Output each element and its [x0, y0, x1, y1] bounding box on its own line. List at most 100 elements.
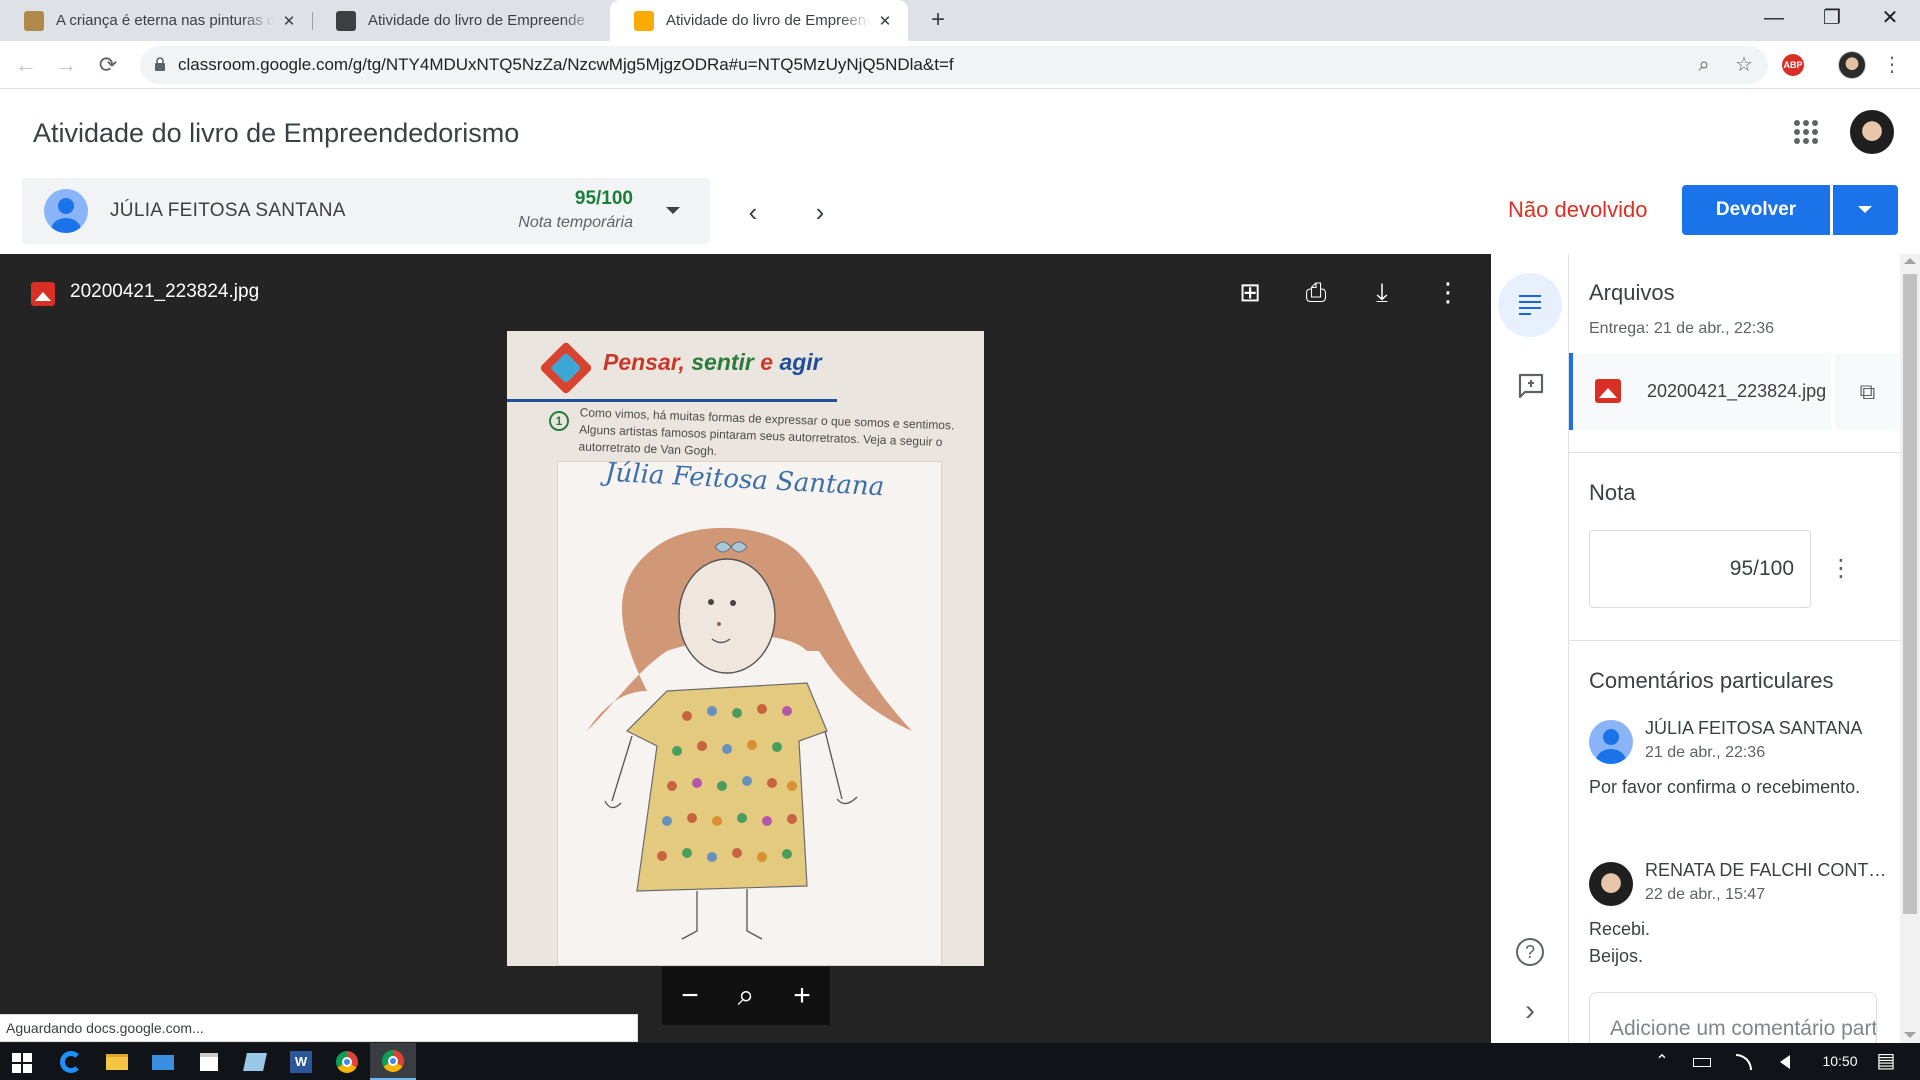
browser-tab-2[interactable]: Atividade do livro de Empreende [312, 0, 610, 41]
new-tab-button[interactable]: + [924, 6, 952, 34]
dropdown-caret-icon[interactable] [666, 207, 680, 214]
notes-app-icon[interactable] [242, 1049, 268, 1075]
browser-tab-3-active[interactable]: Atividade do livro de Empreende ✕ [610, 0, 908, 41]
comment-author: JÚLIA FEITOSA SANTANA [1645, 718, 1863, 738]
next-student-chevron-icon[interactable]: › [808, 199, 832, 225]
close-window-button[interactable]: ✕ [1862, 0, 1918, 36]
volume-icon[interactable] [1772, 1043, 1798, 1080]
close-tab-icon[interactable]: ✕ [280, 12, 298, 30]
files-tab-icon[interactable] [1498, 273, 1562, 337]
submitted-photo: Pensar, sentir e agir 1 Como vimos, há m… [507, 331, 984, 966]
add-comment-icon[interactable]: ⊞ [1234, 276, 1266, 308]
show-hidden-icons-chevron[interactable]: ⌃ [1650, 1043, 1674, 1080]
back-arrow-icon[interactable]: ← [10, 49, 42, 81]
student-selector[interactable]: JÚLIA FEITOSA SANTANA 95/100 Nota tempor… [22, 178, 710, 244]
tab-title: Atividade do livro de Empreende [666, 12, 870, 29]
scroll-down-arrow-icon[interactable] [1904, 1032, 1916, 1038]
browser-tab-strip: A criança é eterna nas pinturas de ✕ Ati… [0, 0, 1920, 41]
return-button[interactable]: Devolver [1682, 185, 1830, 235]
browser-menu-icon[interactable]: ⋮ [1880, 51, 1904, 79]
apps-grid-icon[interactable] [1794, 120, 1818, 144]
student-grade: 95/100 [574, 188, 633, 209]
panel-scrollbar[interactable] [1900, 254, 1920, 1044]
battery-icon[interactable] [1690, 1043, 1714, 1080]
comment-text: Por favor confirma o recebimento. [1589, 777, 1861, 797]
maximize-window-button[interactable]: ❐ [1804, 0, 1860, 36]
zoom-controls: − ⌕ + [662, 967, 830, 1025]
print-icon[interactable]: ⎙ [1300, 276, 1332, 308]
grade-section-title: Nota [1589, 480, 1636, 505]
return-options-dropdown[interactable] [1833, 185, 1898, 235]
section-divider [1569, 640, 1900, 641]
viewer-toolbar: 20200421_223824.jpg ⊞ ⎙ ⤓ ⋮ [0, 254, 1491, 330]
edge-browser-icon[interactable] [58, 1049, 84, 1075]
more-options-icon[interactable]: ⋮ [1432, 276, 1464, 308]
viewer-file-name: 20200421_223824.jpg [70, 281, 260, 302]
address-bar[interactable]: classroom.google.com/g/tg/NTY4MDUxNTQ5Nz… [140, 46, 1768, 84]
submission-panel: Arquivos Entrega: 21 de abr., 22:36 2020… [1569, 254, 1900, 1044]
painting-favicon-icon [24, 10, 44, 31]
student-name: JÚLIA FEITOSA SANTANA [110, 200, 346, 221]
zoom-out-icon[interactable]: − [670, 977, 710, 1015]
store-icon[interactable] [196, 1049, 222, 1075]
download-icon[interactable]: ⤓ [1366, 276, 1398, 308]
collapse-panel-chevron-icon[interactable]: › [1491, 994, 1569, 1028]
comment-author: RENATA DE FALCHI CONTIERO [1645, 860, 1890, 880]
zoom-magnifier-icon[interactable]: ⌕ [726, 977, 766, 1015]
student-avatar-icon [44, 189, 88, 233]
comment-date: 22 de abr., 15:47 [1645, 886, 1766, 903]
chrome-profile-icon [382, 1050, 404, 1072]
grade-input[interactable]: 95/100 [1589, 530, 1811, 608]
zoom-in-icon[interactable]: + [782, 977, 822, 1015]
zoom-magnifier-icon[interactable]: ⌕ [1692, 53, 1716, 77]
grade-more-options-icon[interactable]: ⋮ [1829, 554, 1853, 584]
image-file-icon [31, 282, 55, 306]
network-icon[interactable] [1732, 1043, 1756, 1080]
bookmark-star-icon[interactable]: ☆ [1732, 53, 1756, 77]
tab-title: A criança é eterna nas pinturas de [56, 12, 274, 29]
reload-icon[interactable]: ⟳ [92, 49, 124, 81]
clock[interactable]: 10:50 [1810, 1043, 1870, 1080]
files-section-title: Arquivos [1589, 280, 1675, 305]
open-in-new-icon[interactable]: ⧉ [1835, 353, 1900, 430]
page-title: Atividade do livro de Empreendedorismo [33, 118, 520, 148]
delivery-timestamp: Entrega: 21 de abr., 22:36 [1589, 320, 1775, 337]
browser-toolbar: ← → ⟳ classroom.google.com/g/tg/NTY4MDUx… [0, 41, 1920, 89]
side-rail: ? › [1491, 254, 1569, 1044]
return-status: Não devolvido [1508, 197, 1648, 222]
word-icon[interactable]: W [288, 1049, 314, 1075]
classroom-favicon-icon [336, 10, 356, 31]
file-explorer-icon[interactable] [104, 1049, 130, 1075]
mail-icon[interactable] [150, 1049, 176, 1075]
image-file-icon [1595, 379, 1621, 403]
tab-title: Atividade do livro de Empreende [368, 12, 585, 29]
active-chrome-window[interactable] [370, 1043, 416, 1080]
section-divider [1569, 452, 1900, 453]
notifications-icon[interactable]: ▤ [1866, 1043, 1906, 1080]
browser-tab-1[interactable]: A criança é eterna nas pinturas de ✕ [0, 0, 312, 41]
scroll-up-arrow-icon[interactable] [1904, 258, 1916, 264]
attached-file-card[interactable]: 20200421_223824.jpg [1569, 353, 1831, 430]
scrollbar-thumb[interactable] [1903, 274, 1917, 914]
child-drawing-illustration [587, 527, 912, 940]
file-viewer: 20200421_223824.jpg ⊞ ⎙ ⤓ ⋮ Pensar, sent… [0, 254, 1491, 1044]
account-avatar[interactable] [1850, 110, 1894, 154]
chrome-icon[interactable] [334, 1049, 360, 1075]
commenter-avatar-icon [1589, 720, 1633, 764]
minimize-window-button[interactable]: — [1746, 0, 1802, 36]
url-text[interactable]: classroom.google.com/g/tg/NTY4MDUxNTQ5Nz… [178, 46, 954, 84]
adblock-extension-icon[interactable]: ABP [1782, 54, 1804, 76]
windows-taskbar: W ⌃ 10:50 ▤ [0, 1043, 1920, 1080]
commenter-avatar [1589, 862, 1633, 906]
previous-student-chevron-icon[interactable]: ‹ [741, 199, 765, 225]
comment-feedback-icon[interactable] [1517, 372, 1545, 400]
browser-status-bubble: Aguardando docs.google.com... [0, 1014, 638, 1042]
comment-text: Recebi. Beijos. [1589, 919, 1651, 966]
forward-arrow-icon[interactable]: → [50, 49, 82, 81]
grade-note: Nota temporária [518, 214, 633, 231]
windows-start-icon[interactable] [12, 1053, 32, 1073]
browser-profile-avatar[interactable] [1838, 51, 1866, 79]
close-tab-icon[interactable]: ✕ [876, 12, 894, 30]
private-comment-input[interactable]: Adicione um comentário particular... [1589, 992, 1877, 1044]
help-icon[interactable]: ? [1491, 934, 1569, 966]
